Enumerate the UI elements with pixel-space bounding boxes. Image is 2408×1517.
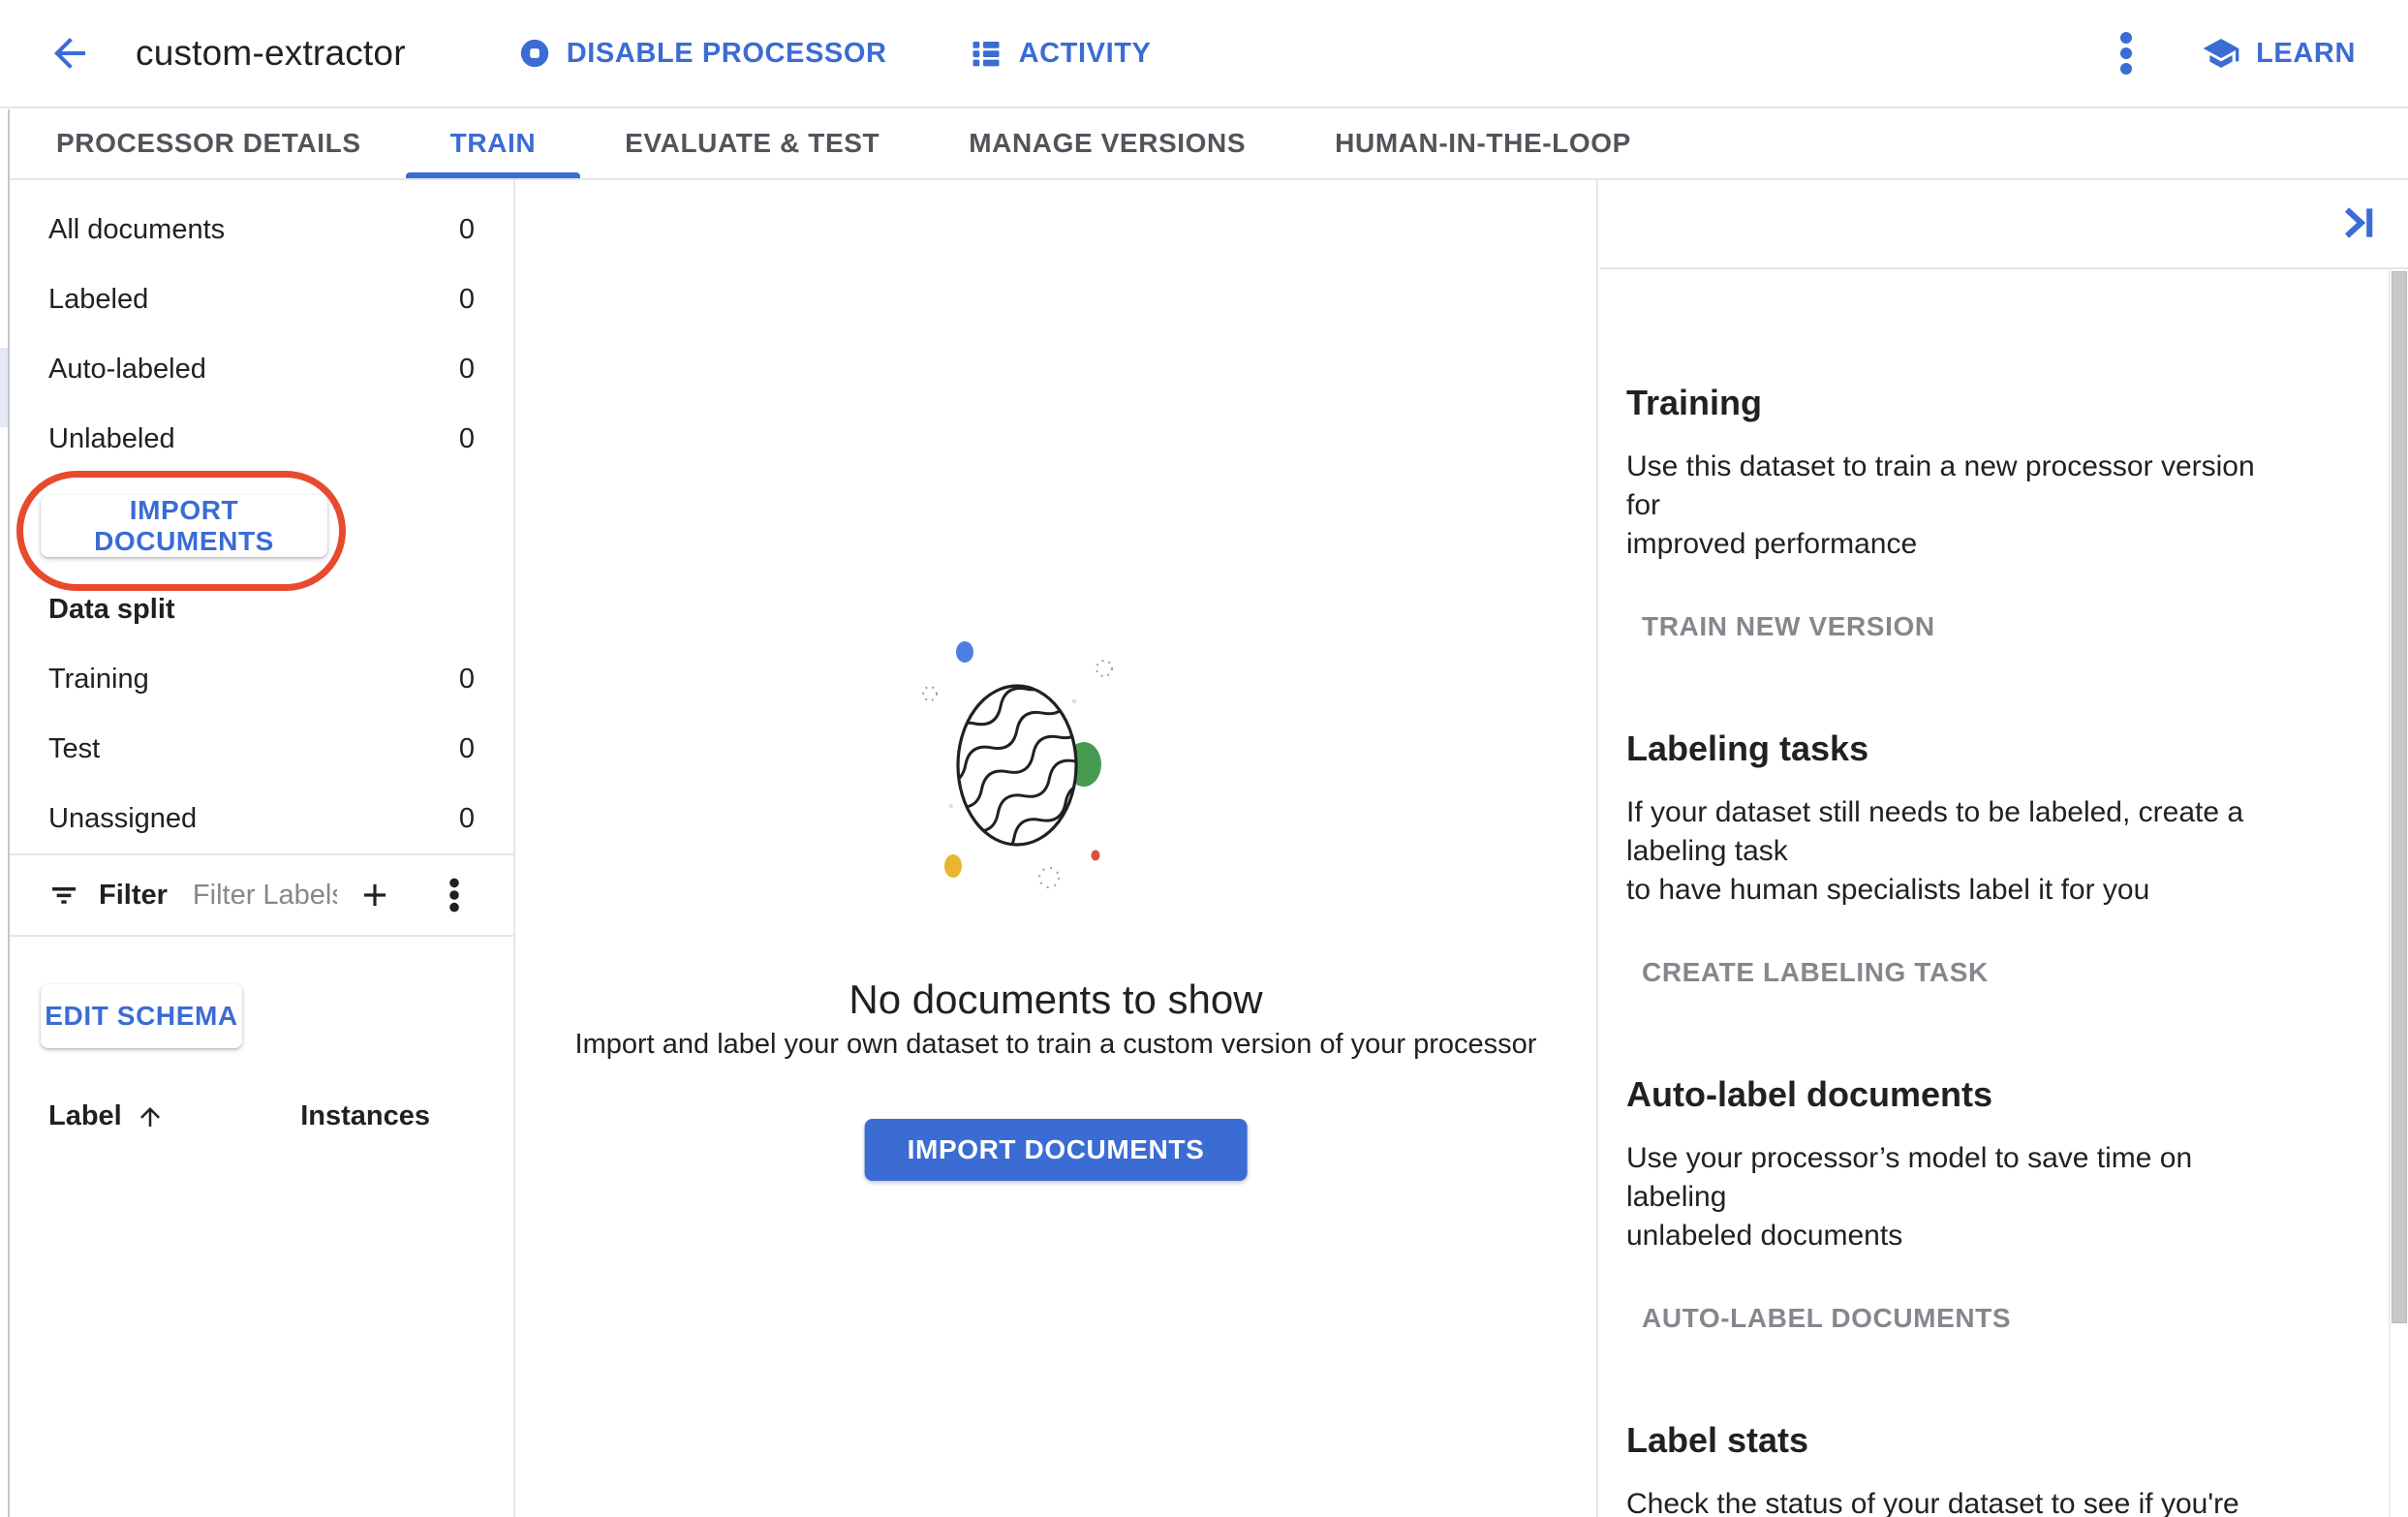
disable-processor-button[interactable]: DISABLE PROCESSOR bbox=[518, 37, 887, 70]
label-table-header: Label Instances bbox=[10, 1100, 513, 1132]
instances-column-header: Instances bbox=[300, 1100, 430, 1131]
collapse-panel-button[interactable] bbox=[2334, 200, 2381, 246]
sidebar-item-labeled[interactable]: Labeled 0 bbox=[10, 264, 513, 334]
header-overflow-menu-button[interactable] bbox=[2107, 28, 2146, 78]
dataset-actions-panel: Training Use this dataset to train a new… bbox=[1600, 180, 2408, 1517]
label-filter-row: Filter bbox=[10, 855, 513, 937]
filter-label: Labeled bbox=[48, 283, 149, 315]
create-labeling-task-button[interactable]: CREATE LABELING TASK bbox=[1626, 954, 2004, 991]
page-title: custom-extractor bbox=[136, 33, 406, 73]
panel-scrollbar-thumb[interactable] bbox=[2392, 271, 2407, 1323]
section-body-training: Use this dataset to train a new processo… bbox=[1626, 450, 2255, 560]
panel-content: Training Use this dataset to train a new… bbox=[1600, 382, 2408, 1517]
tab-manage-versions[interactable]: MANAGE VERSIONS bbox=[924, 108, 1290, 178]
plus-icon bbox=[356, 877, 393, 913]
sidebar-item-auto-labeled[interactable]: Auto-labeled 0 bbox=[10, 334, 513, 404]
activity-label: ACTIVITY bbox=[1018, 37, 1152, 69]
activity-list-icon bbox=[969, 36, 1003, 71]
panel-toolbar bbox=[1600, 180, 2408, 269]
page-header: custom-extractor DISABLE PROCESSOR ACTIV… bbox=[0, 0, 2408, 108]
edit-schema-button[interactable]: EDIT SCHEMA bbox=[41, 984, 242, 1048]
sidebar-item-all-documents[interactable]: All documents 0 bbox=[10, 195, 513, 264]
sidebar-item-unassigned[interactable]: Unassigned 0 bbox=[10, 784, 513, 853]
filter-count: 0 bbox=[458, 422, 475, 454]
tab-evaluate-test[interactable]: EVALUATE & TEST bbox=[580, 108, 924, 178]
empty-state-illustration bbox=[922, 624, 1155, 924]
document-filter-list: All documents 0 Labeled 0 Auto-labeled 0… bbox=[10, 195, 513, 474]
filter-label: Unlabeled bbox=[48, 422, 175, 454]
tab-train[interactable]: TRAIN bbox=[405, 108, 581, 178]
filter-label: All documents bbox=[48, 213, 226, 245]
filter-labels-input[interactable] bbox=[192, 879, 337, 912]
document-ai-train-page: custom-extractor DISABLE PROCESSOR ACTIV… bbox=[0, 0, 2408, 1517]
filter-label: Training bbox=[48, 663, 149, 695]
label-column-sort[interactable]: Label bbox=[48, 1100, 165, 1132]
section-title-labeling-tasks: Labeling tasks bbox=[1626, 728, 1869, 768]
activity-button[interactable]: ACTIVITY bbox=[969, 36, 1152, 71]
filter-count: 0 bbox=[458, 213, 475, 245]
learn-label: LEARN bbox=[2256, 37, 2356, 69]
section-title-label-stats: Label stats bbox=[1626, 1420, 1809, 1460]
filter-label: Test bbox=[48, 732, 101, 764]
filter-count: 0 bbox=[458, 353, 475, 385]
label-overflow-menu-button[interactable] bbox=[438, 877, 471, 913]
filter-list-icon bbox=[48, 880, 79, 911]
empty-state-title: No documents to show bbox=[849, 976, 1263, 1022]
filter-title: Filter bbox=[99, 879, 168, 911]
section-title-auto-label: Auto-label documents bbox=[1626, 1074, 1993, 1114]
more-vert-icon bbox=[2107, 28, 2146, 78]
disable-processor-label: DISABLE PROCESSOR bbox=[566, 37, 887, 69]
collapse-right-icon bbox=[2336, 201, 2379, 244]
processor-tabs: PROCESSOR DETAILS TRAIN EVALUATE & TEST … bbox=[0, 108, 2408, 180]
filter-count: 0 bbox=[458, 283, 475, 315]
section-title-training: Training bbox=[1626, 383, 1763, 422]
auto-label-documents-button[interactable]: AUTO-LABEL DOCUMENTS bbox=[1626, 1300, 2026, 1337]
filter-count: 0 bbox=[458, 802, 475, 834]
import-documents-primary-button[interactable]: IMPORT DOCUMENTS bbox=[864, 1119, 1248, 1181]
sort-ascending-icon bbox=[136, 1102, 165, 1131]
back-arrow-icon bbox=[46, 30, 93, 77]
sidebar-item-unlabeled[interactable]: Unlabeled 0 bbox=[10, 404, 513, 474]
add-label-button[interactable] bbox=[356, 877, 393, 913]
empty-state-subtitle: Import and label your own dataset to tra… bbox=[574, 1029, 1537, 1060]
collapsed-nav-rail bbox=[0, 109, 10, 1517]
filter-label: Auto-labeled bbox=[48, 353, 206, 385]
tab-processor-details[interactable]: PROCESSOR DETAILS bbox=[12, 108, 406, 178]
data-split-list: Training 0 Test 0 Unassigned 0 bbox=[10, 644, 513, 855]
stop-circle-icon bbox=[518, 37, 551, 70]
documents-empty-state: No documents to show Import and label yo… bbox=[515, 180, 1598, 1517]
train-new-version-button[interactable]: TRAIN NEW VERSION bbox=[1626, 608, 1951, 645]
import-documents-sidebar-button[interactable]: IMPORT DOCUMENTS bbox=[41, 495, 327, 557]
sidebar-item-test[interactable]: Test 0 bbox=[10, 714, 513, 784]
section-body-labeling-tasks: If your dataset still needs to be labele… bbox=[1626, 796, 2244, 906]
dataset-sidebar: All documents 0 Labeled 0 Auto-labeled 0… bbox=[10, 180, 515, 1517]
back-button[interactable] bbox=[45, 28, 95, 78]
filter-count: 0 bbox=[458, 663, 475, 695]
section-body-auto-label: Use your processor’s model to save time … bbox=[1626, 1142, 2193, 1252]
data-split-heading: Data split bbox=[48, 594, 175, 625]
graduation-cap-icon bbox=[2202, 34, 2240, 73]
filter-label: Unassigned bbox=[48, 802, 198, 834]
label-column-header: Label bbox=[48, 1100, 122, 1131]
more-vert-icon bbox=[438, 877, 471, 913]
tab-human-in-the-loop[interactable]: HUMAN-IN-THE-LOOP bbox=[1290, 108, 1676, 178]
filter-count: 0 bbox=[458, 732, 475, 764]
panel-scrollbar-track bbox=[2389, 269, 2408, 1517]
learn-button[interactable]: LEARN bbox=[2202, 34, 2356, 73]
nav-rail-highlight bbox=[0, 348, 8, 427]
sidebar-item-training[interactable]: Training 0 bbox=[10, 644, 513, 714]
section-body-label-stats: Check the status of your dataset to see … bbox=[1626, 1488, 2239, 1517]
